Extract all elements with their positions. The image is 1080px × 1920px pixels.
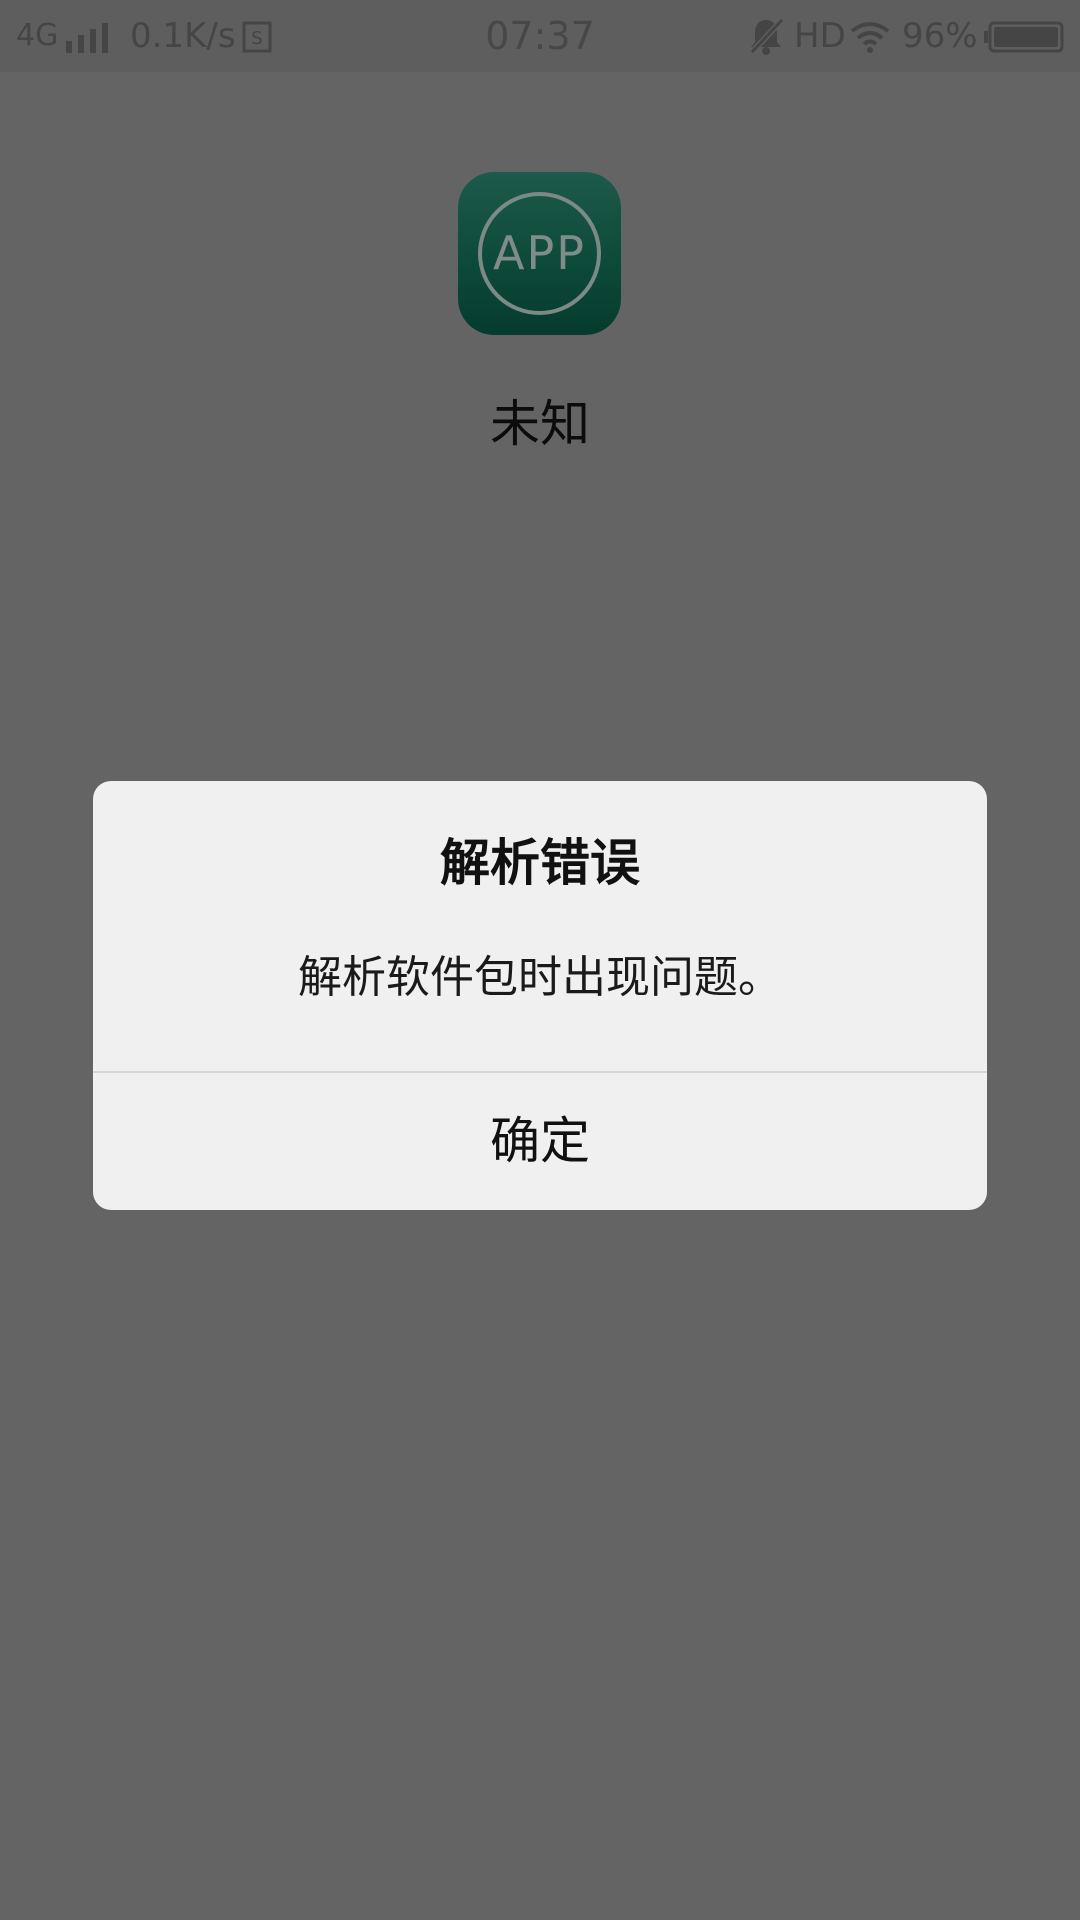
wifi-icon [850,20,890,64]
app-icon-label: APP [493,226,586,280]
battery-icon [984,20,1064,64]
dialog-message: 解析软件包时出现问题。 [298,952,782,1003]
bell-off-icon [748,16,785,60]
battery-percent: 96% [902,16,978,56]
screen: 4G 0.1K/s S 07:37 HD 96% APP 未知 解析错误 解析软… [0,0,1080,1920]
dialog-title: 解析错误 [440,834,640,892]
error-dialog: 解析错误 解析软件包时出现问题。 确定 [93,781,987,1210]
app-icon: APP [458,172,621,335]
hd-indicator: HD [794,16,846,56]
confirm-button[interactable]: 确定 [93,1073,987,1210]
status-bar: 4G 0.1K/s S 07:37 HD 96% [0,0,1080,72]
app-name: 未知 [490,395,590,453]
